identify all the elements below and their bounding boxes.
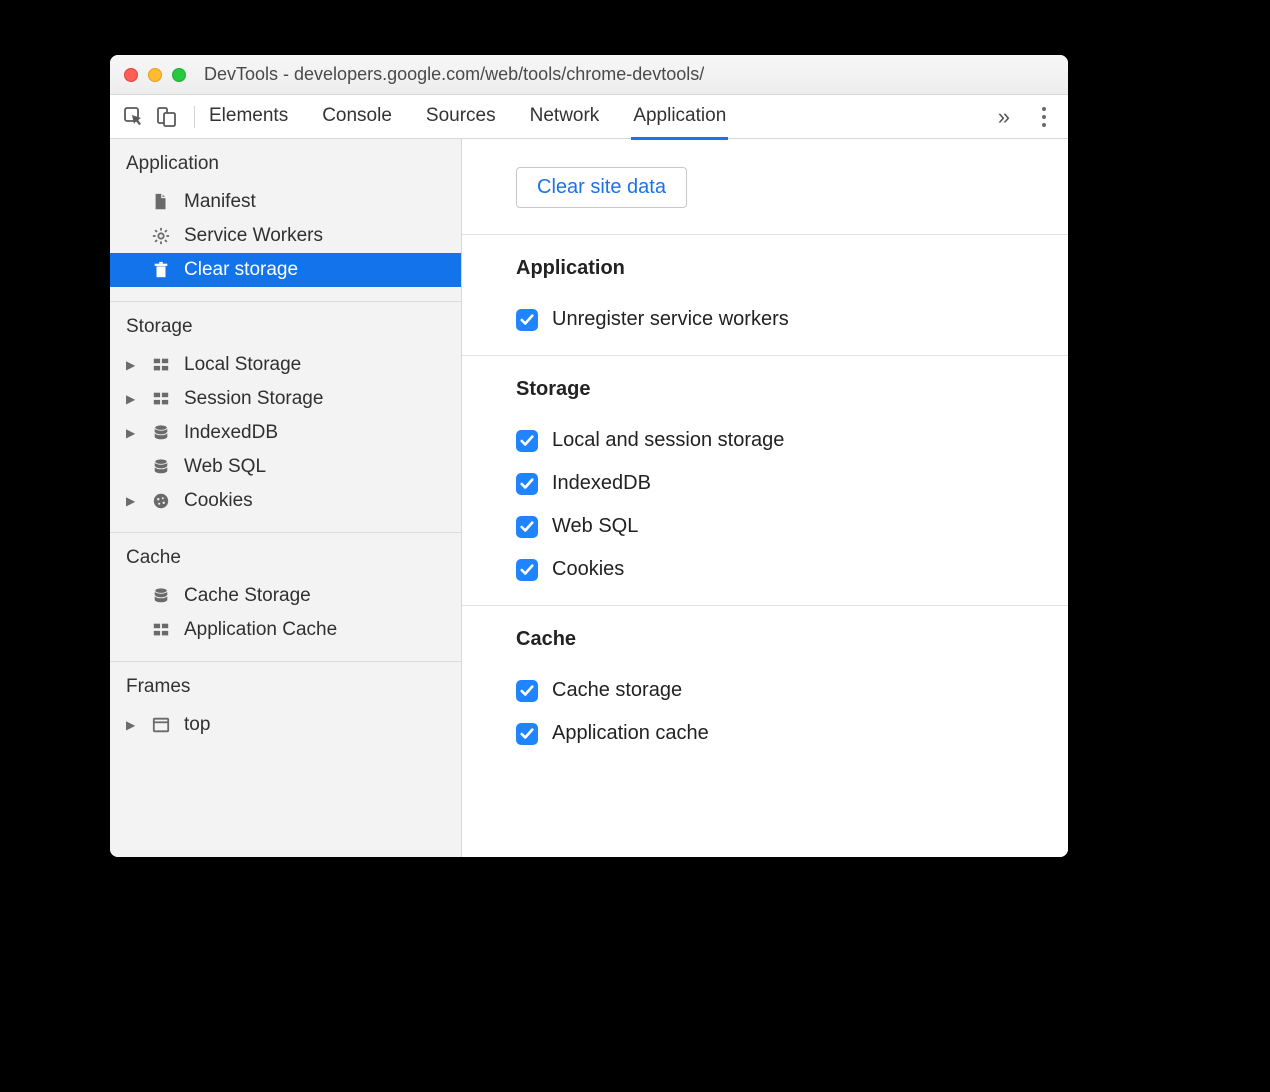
toolbar-separator <box>194 106 195 128</box>
option-label: Cache storage <box>552 679 682 702</box>
group-application: Application Unregister service workers <box>462 235 1068 356</box>
tab-application[interactable]: Application <box>633 97 726 137</box>
expand-caret-icon[interactable]: ▶ <box>126 358 135 372</box>
option-cache-storage-opt[interactable]: Cache storage <box>516 669 1068 712</box>
frame-icon <box>150 716 172 734</box>
sidebar-item-service-workers[interactable]: Service Workers <box>110 219 461 253</box>
sidebar-item-cache-storage[interactable]: Cache Storage <box>110 579 461 613</box>
sidebar-item-clear-storage[interactable]: Clear storage <box>110 253 461 287</box>
sidebar-item-local-storage[interactable]: ▶ Local Storage <box>110 348 461 382</box>
clear-storage-panel: Clear site data Application Unregister se… <box>462 139 1068 857</box>
sidebar-section-storage: Storage ▶ Local Storage ▶ Session Storage ▶ In… <box>110 302 461 533</box>
expand-caret-icon[interactable]: ▶ <box>126 494 135 508</box>
group-title: Storage <box>516 378 1068 401</box>
tab-network[interactable]: Network <box>530 97 600 137</box>
device-toggle-icon[interactable] <box>154 105 178 129</box>
sidebar-item-label: Cookies <box>184 490 253 512</box>
group-title: Application <box>516 257 1068 280</box>
option-idb[interactable]: IndexedDB <box>516 462 1068 505</box>
checkbox[interactable] <box>516 516 538 538</box>
tab-console[interactable]: Console <box>322 97 392 137</box>
checkbox[interactable] <box>516 723 538 745</box>
sidebar-item-label: Service Workers <box>184 225 323 247</box>
window-traffic-lights <box>124 68 186 82</box>
inspect-element-icon[interactable] <box>122 105 146 129</box>
checkbox[interactable] <box>516 309 538 331</box>
window-zoom-button[interactable] <box>172 68 186 82</box>
sidebar-heading: Storage <box>110 312 461 348</box>
sidebar-item-manifest[interactable]: Manifest <box>110 185 461 219</box>
sidebar-item-session-storage[interactable]: ▶ Session Storage <box>110 382 461 416</box>
option-label: Application cache <box>552 722 709 745</box>
devtools-body: Application Manifest Service Workers Clear … <box>110 139 1068 857</box>
sidebar-heading: Application <box>110 149 461 185</box>
checkbox[interactable] <box>516 430 538 452</box>
sidebar-item-label: Local Storage <box>184 354 301 376</box>
tab-sources[interactable]: Sources <box>426 97 496 137</box>
grid-icon <box>150 621 172 639</box>
cookie-icon <box>150 492 172 510</box>
group-storage: Storage Local and session storage IndexedD… <box>462 356 1068 606</box>
grid-icon <box>150 390 172 408</box>
sidebar-item-label: Web SQL <box>184 456 266 478</box>
devtools-tabs: Elements Console Sources Network Application <box>209 97 726 137</box>
group-title: Cache <box>516 628 1068 651</box>
trash-icon <box>150 261 172 279</box>
sidebar-item-web-sql[interactable]: Web SQL <box>110 450 461 484</box>
sidebar-item-label: Session Storage <box>184 388 323 410</box>
application-sidebar: Application Manifest Service Workers Clear … <box>110 139 462 857</box>
option-websql[interactable]: Web SQL <box>516 505 1068 548</box>
database-icon <box>150 587 172 605</box>
option-label: Unregister service workers <box>552 308 789 331</box>
expand-caret-icon[interactable]: ▶ <box>126 392 135 406</box>
database-icon <box>150 424 172 442</box>
sidebar-item-top-frame[interactable]: ▶ top <box>110 708 461 742</box>
tabs-overflow-icon[interactable]: » <box>988 104 1020 130</box>
database-icon <box>150 458 172 476</box>
window-close-button[interactable] <box>124 68 138 82</box>
sidebar-section-cache: Cache Cache Storage Application Cache <box>110 533 461 662</box>
window-title: DevTools - developers.google.com/web/too… <box>204 64 704 85</box>
kebab-menu-icon[interactable] <box>1032 107 1056 127</box>
option-local-session[interactable]: Local and session storage <box>516 419 1068 462</box>
window-titlebar: DevTools - developers.google.com/web/too… <box>110 55 1068 95</box>
sidebar-item-cookies[interactable]: ▶ Cookies <box>110 484 461 518</box>
devtools-window: DevTools - developers.google.com/web/too… <box>110 55 1068 857</box>
sidebar-item-label: Application Cache <box>184 619 337 641</box>
sidebar-heading: Cache <box>110 543 461 579</box>
option-label: IndexedDB <box>552 472 651 495</box>
expand-caret-icon[interactable]: ▶ <box>126 718 135 732</box>
gear-icon <box>150 227 172 245</box>
option-cookies-opt[interactable]: Cookies <box>516 548 1068 591</box>
sidebar-item-label: IndexedDB <box>184 422 278 444</box>
option-app-cache-opt[interactable]: Application cache <box>516 712 1068 755</box>
checkbox[interactable] <box>516 473 538 495</box>
grid-icon <box>150 356 172 374</box>
clear-site-data-button[interactable]: Clear site data <box>516 167 687 208</box>
sidebar-item-application-cache[interactable]: Application Cache <box>110 613 461 647</box>
devtools-toolbar: Elements Console Sources Network Application… <box>110 95 1068 139</box>
sidebar-item-indexeddb[interactable]: ▶ IndexedDB <box>110 416 461 450</box>
option-label: Cookies <box>552 558 624 581</box>
file-icon <box>150 193 172 211</box>
group-cache: Cache Cache storage Application cache <box>462 606 1068 769</box>
option-unregister-sw[interactable]: Unregister service workers <box>516 298 1068 341</box>
sidebar-heading: Frames <box>110 672 461 708</box>
sidebar-item-label: Manifest <box>184 191 256 213</box>
option-label: Web SQL <box>552 515 638 538</box>
window-minimize-button[interactable] <box>148 68 162 82</box>
sidebar-item-label: Clear storage <box>184 259 298 281</box>
sidebar-item-label: top <box>184 714 210 736</box>
tab-elements[interactable]: Elements <box>209 97 288 137</box>
checkbox[interactable] <box>516 559 538 581</box>
clear-site-data-bar: Clear site data <box>462 139 1068 235</box>
checkbox[interactable] <box>516 680 538 702</box>
sidebar-section-application: Application Manifest Service Workers Clear … <box>110 139 461 302</box>
expand-caret-icon[interactable]: ▶ <box>126 426 135 440</box>
option-label: Local and session storage <box>552 429 784 452</box>
sidebar-item-label: Cache Storage <box>184 585 311 607</box>
sidebar-section-frames: Frames ▶ top <box>110 662 461 756</box>
